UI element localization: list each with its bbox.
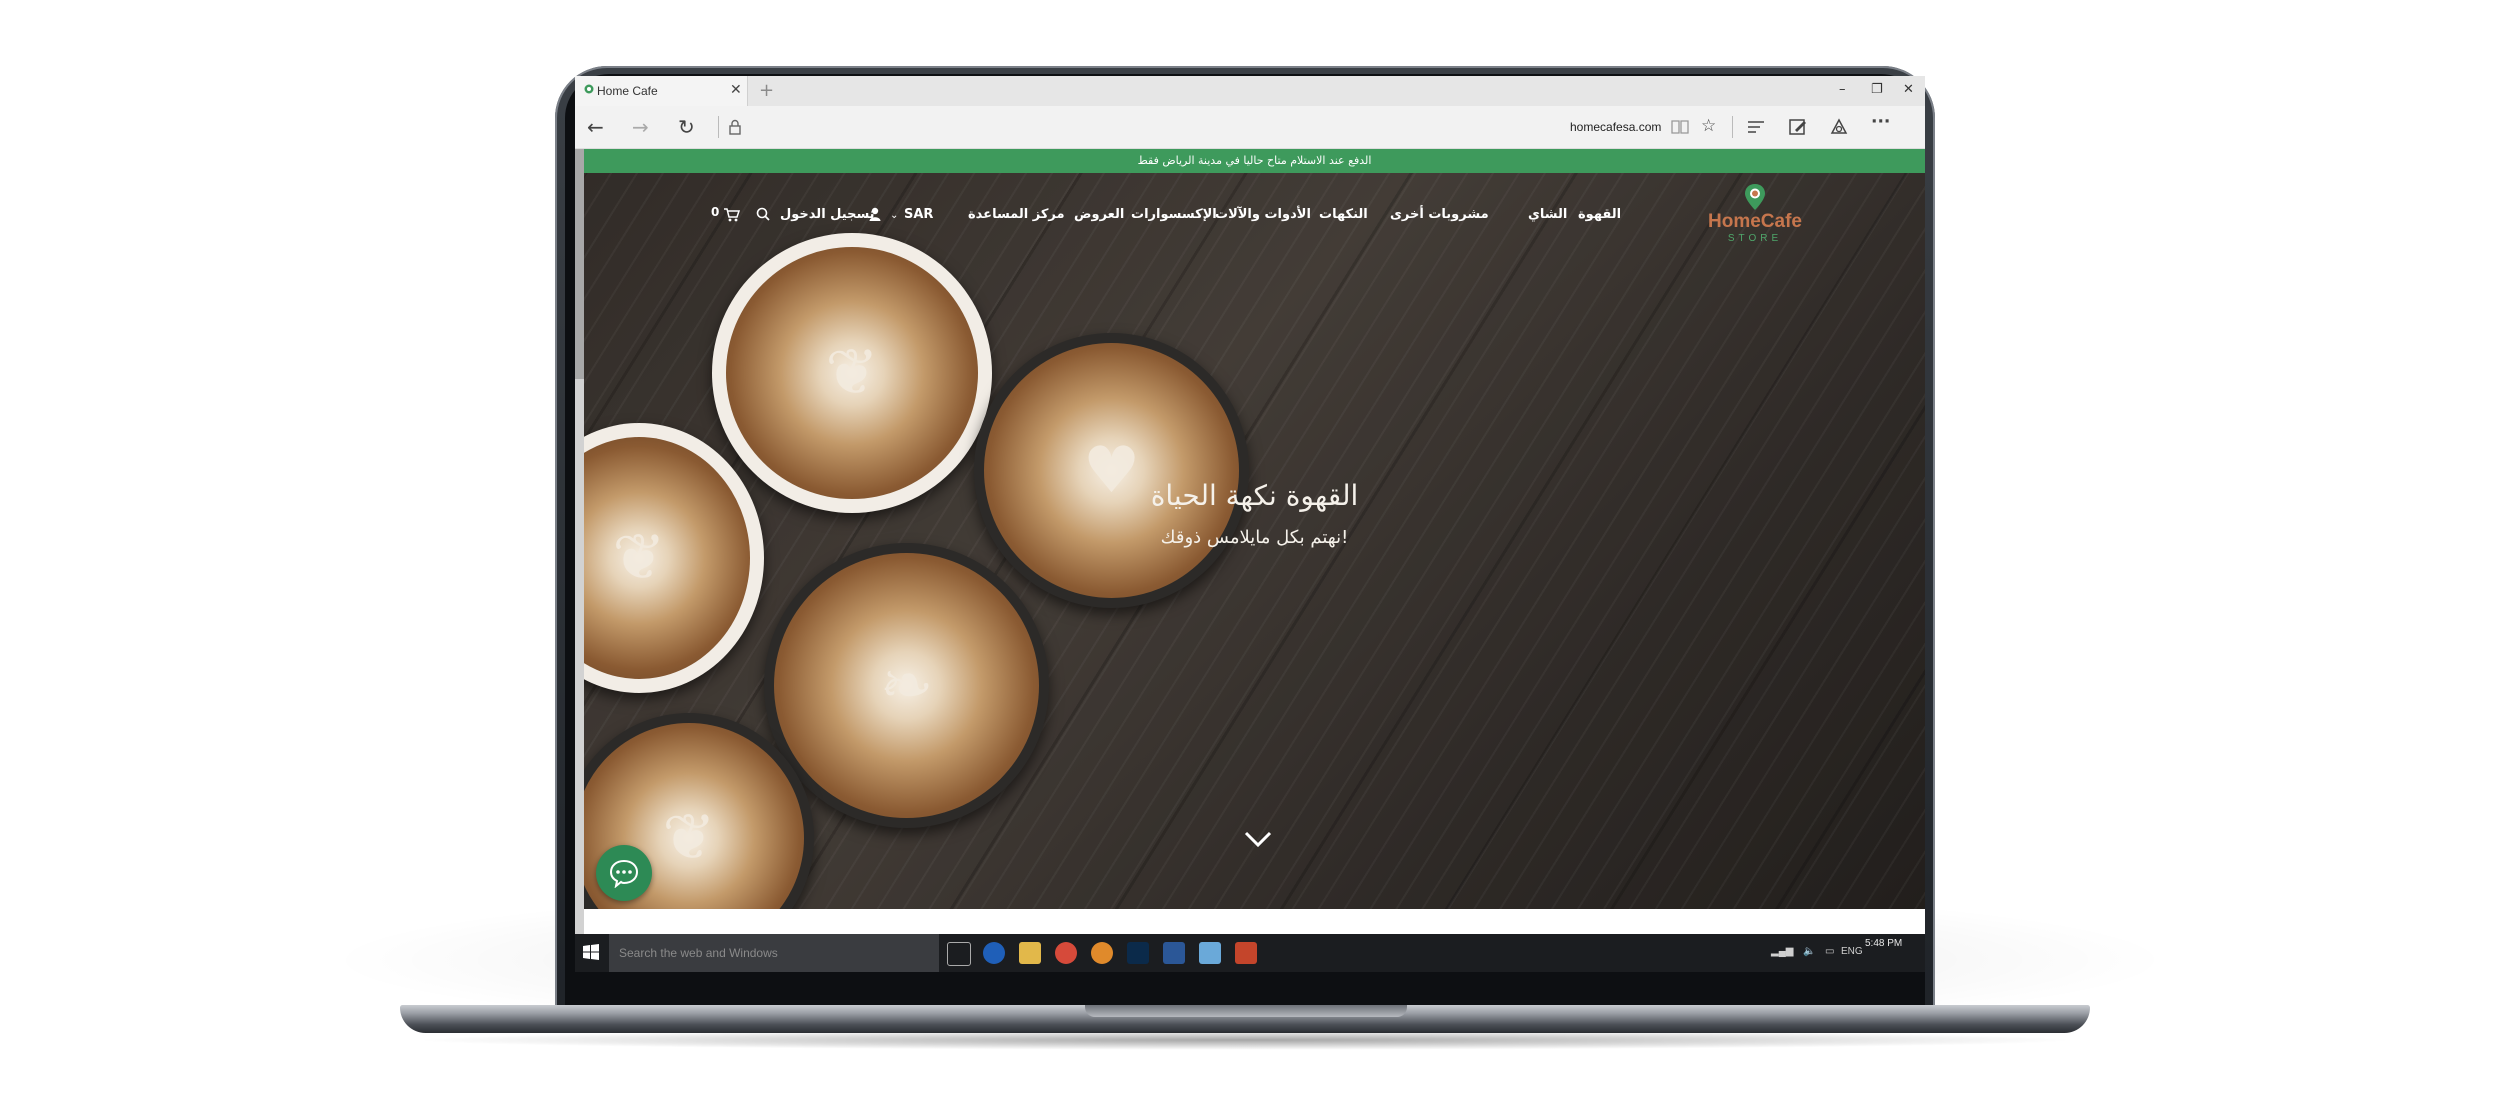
nav-item-flavors[interactable]: النكهات (1319, 207, 1368, 222)
content-start-area (584, 909, 1925, 934)
laptop-screen: Home Cafe ✕ + – ❐ ✕ ← → ↻ homecafesa.com… (575, 76, 1925, 972)
hub-icon[interactable] (1747, 119, 1765, 135)
coffee-cup-image: ♥ (974, 333, 1249, 608)
web-page: الدفع عند الاستلام متاح حاليا في مدينة ا… (575, 149, 1925, 934)
refresh-icon[interactable]: ↻ (678, 115, 695, 139)
login-link[interactable]: تسجيل الدخول (780, 207, 875, 222)
browser-tab[interactable]: Home Cafe ✕ (575, 76, 748, 106)
site-logo[interactable]: HomeCafe STORE (1700, 183, 1810, 253)
word-icon[interactable] (1163, 942, 1185, 964)
nav-item-help-center[interactable]: مركز المساعدة (968, 207, 1065, 222)
cart-icon[interactable] (724, 208, 740, 222)
page-scrollbar[interactable] (575, 149, 584, 934)
location-pin-icon (1745, 184, 1765, 210)
nav-item-tools-machines[interactable]: الأدوات والآلات (1215, 207, 1311, 222)
notification-icon[interactable]: ▭ (1825, 946, 1834, 957)
hero-title: القهوة نكهة الحياة (1150, 479, 1359, 512)
browser-tab-bar: Home Cafe ✕ + – ❐ ✕ (575, 76, 1925, 106)
user-icon[interactable] (869, 207, 881, 221)
windows-start-icon[interactable] (583, 944, 599, 960)
nav-item-offers[interactable]: العروض (1074, 207, 1124, 222)
powerpoint-icon[interactable] (1235, 942, 1257, 964)
close-window-button[interactable]: ✕ (1903, 82, 1914, 97)
cart-count[interactable]: 0 (711, 205, 719, 219)
network-icon[interactable]: ▂▄▆ (1771, 946, 1793, 957)
chevron-down-icon[interactable]: ⌄ (890, 210, 898, 221)
coffee-cup-image: ❦ (712, 233, 992, 513)
logo-name: HomeCafe (1708, 211, 1802, 232)
scroll-down-chevron-icon[interactable] (1243, 828, 1273, 852)
taskbar-search-box[interactable]: Search the web and Windows (609, 934, 939, 972)
favorite-star-icon[interactable]: ☆ (1701, 116, 1716, 136)
photos-icon[interactable] (1199, 942, 1221, 964)
nav-item-coffee[interactable]: القهوة (1578, 207, 1621, 222)
task-view-icon[interactable] (947, 942, 971, 966)
tab-title: Home Cafe (597, 84, 658, 98)
currency-selector[interactable]: SAR (904, 207, 933, 222)
restore-button[interactable]: ❐ (1871, 82, 1883, 97)
minimize-button[interactable]: – (1839, 82, 1846, 97)
search-icon[interactable] (756, 207, 770, 221)
chat-bubble-icon (609, 859, 639, 888)
site-favicon-icon (584, 84, 594, 94)
chrome-icon[interactable] (1055, 942, 1077, 964)
language-indicator[interactable]: ENG (1841, 946, 1863, 957)
nav-item-tea[interactable]: الشاي (1528, 207, 1567, 222)
edge-browser-icon[interactable] (983, 942, 1005, 964)
volume-icon[interactable]: 🔈 (1803, 946, 1815, 957)
photoshop-icon[interactable] (1127, 942, 1149, 964)
firefox-icon[interactable] (1091, 942, 1113, 964)
nav-item-accessories[interactable]: الإكسسوارات (1131, 207, 1217, 222)
reading-view-icon[interactable] (1671, 119, 1689, 135)
laptop-hinge-notch (1085, 1005, 1407, 1017)
browser-address-bar: ← → ↻ homecafesa.com ☆ ··· (575, 106, 1925, 149)
taskbar-clock[interactable]: 5:48 PM (1865, 938, 1902, 949)
laptop-base-shadow (410, 1030, 2080, 1050)
file-explorer-icon[interactable] (1019, 942, 1041, 964)
more-icon[interactable]: ··· (1871, 112, 1890, 132)
close-tab-icon[interactable]: ✕ (730, 82, 742, 98)
hero-section: ❦ ❦ ♥ ❧ ❦ HomeCafe STORE القهوة الشاي مش… (584, 173, 1925, 909)
forward-icon[interactable]: → (632, 115, 649, 139)
web-note-icon[interactable] (1789, 118, 1807, 136)
back-icon[interactable]: ← (587, 115, 604, 139)
promo-banner: الدفع عند الاستلام متاح حاليا في مدينة ا… (584, 149, 1925, 173)
chat-button[interactable] (596, 845, 652, 901)
new-tab-button[interactable]: + (759, 80, 774, 101)
windows-taskbar: Search the web and Windows ▂▄▆ 🔈 ▭ ENG 5… (575, 934, 1925, 972)
lock-icon (729, 119, 741, 135)
nav-item-other-drinks[interactable]: مشروبات أخرى (1390, 207, 1489, 222)
url-field[interactable]: homecafesa.com (1570, 120, 1661, 134)
scrollbar-thumb[interactable] (575, 149, 584, 379)
share-icon[interactable] (1830, 118, 1848, 136)
coffee-cup-image: ❧ (764, 543, 1049, 828)
hero-subtitle: نهتم بكل مايلامس ذوقك! (1160, 527, 1349, 548)
logo-tagline: STORE (1727, 233, 1783, 244)
